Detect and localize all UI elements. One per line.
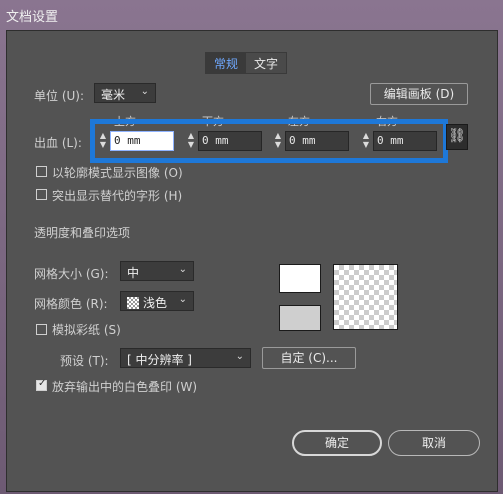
units-value: 毫米 [101, 88, 126, 102]
title-bar[interactable]: 文档设置 [0, 0, 503, 30]
custom-button[interactable]: 自定 (C)... [262, 347, 356, 369]
window-title: 文档设置 [6, 10, 59, 25]
preview-gray-swatch [279, 305, 321, 331]
grid-size-value: 中 [127, 266, 140, 280]
chevron-down-icon: ⌄ [178, 294, 187, 305]
outline-mode-label: 以轮廓模式显示图像 (O) [52, 166, 183, 180]
highlight-glyphs-label: 突出显示替代的字形 (H) [52, 189, 183, 203]
preset-dropdown[interactable]: [ 中分辨率 ] ⌄ [120, 348, 251, 368]
grid-color-dropdown[interactable]: 浅色 ⌄ [120, 291, 194, 311]
simulate-paper-label: 模拟彩纸 (S) [52, 323, 121, 337]
chevron-down-icon: ⌄ [235, 351, 244, 362]
preview-white-swatch [279, 264, 321, 293]
outline-mode-checkbox[interactable] [36, 166, 47, 177]
grid-color-value: 浅色 [143, 296, 168, 310]
checker-swatch-icon [127, 297, 139, 309]
tab-bar: 常规 文字 [205, 52, 288, 74]
highlight-glyphs-checkbox[interactable] [36, 189, 47, 200]
chevron-down-icon: ⌄ [140, 86, 149, 97]
simulate-paper-checkbox[interactable] [36, 324, 47, 335]
discard-white-checkbox[interactable] [36, 378, 47, 391]
units-dropdown[interactable]: 毫米 ⌄ [94, 83, 156, 103]
units-label: 单位 (U): [34, 89, 85, 103]
tab-type[interactable]: 文字 [246, 53, 287, 73]
discard-white-label: 放弃输出中的白色叠印 (W) [52, 380, 198, 394]
bleed-highlight-box [90, 119, 448, 163]
preset-value: [ 中分辨率 ] [127, 353, 192, 367]
preset-label: 预设 (T): [60, 354, 109, 368]
chevron-down-icon: ⌄ [178, 264, 187, 275]
transparency-grid-preview [333, 264, 398, 330]
tab-general[interactable]: 常规 [206, 53, 247, 73]
bleed-label: 出血 (L): [34, 136, 82, 150]
grid-size-label: 网格大小 (G): [34, 267, 109, 281]
cancel-button[interactable]: 取消 [388, 430, 480, 456]
link-chain-icon[interactable]: ⛓ [446, 124, 468, 150]
ok-button[interactable]: 确定 [292, 430, 382, 456]
edit-artboards-button[interactable]: 编辑画板 (D) [370, 83, 468, 105]
transparency-section-title: 透明度和叠印选项 [34, 226, 131, 240]
grid-size-dropdown[interactable]: 中 ⌄ [120, 261, 194, 281]
grid-color-label: 网格颜色 (R): [34, 297, 108, 311]
